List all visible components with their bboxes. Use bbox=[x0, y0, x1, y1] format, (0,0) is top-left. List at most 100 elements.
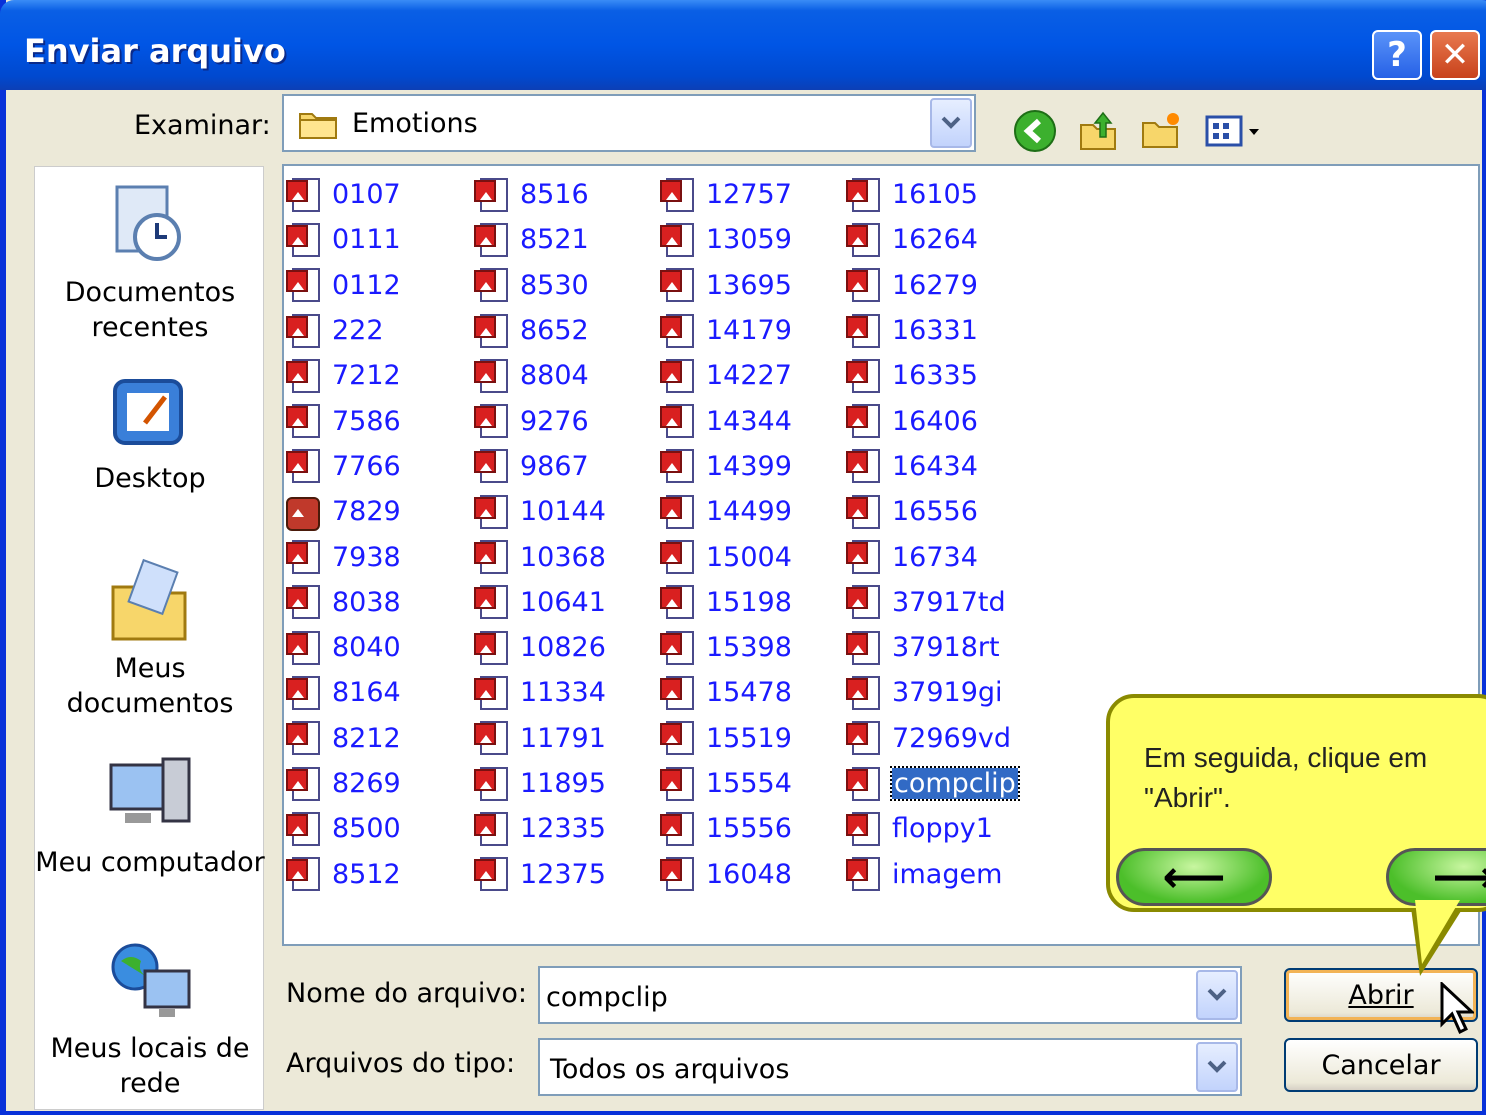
file-item[interactable]: 16406 bbox=[846, 398, 1018, 443]
file-item[interactable]: 10641 bbox=[474, 580, 606, 625]
file-item[interactable]: 13695 bbox=[660, 263, 792, 308]
file-name: 8804 bbox=[520, 360, 589, 392]
file-item[interactable]: 8512 bbox=[286, 851, 401, 896]
file-item[interactable]: 14227 bbox=[660, 353, 792, 398]
tooltip-next-button[interactable]: ⟶ bbox=[1386, 848, 1486, 906]
file-item[interactable]: 8804 bbox=[474, 353, 606, 398]
file-item[interactable]: 11895 bbox=[474, 761, 606, 806]
tooltip-back-button[interactable]: ⟵ bbox=[1116, 848, 1272, 906]
file-item[interactable]: 11334 bbox=[474, 670, 606, 715]
file-item[interactable]: 8521 bbox=[474, 217, 606, 262]
file-item[interactable]: 7586 bbox=[286, 398, 401, 443]
file-item[interactable]: 13059 bbox=[660, 217, 792, 262]
help-button[interactable]: ? bbox=[1372, 30, 1422, 80]
window-title: Enviar arquivo bbox=[24, 32, 286, 70]
file-item[interactable]: floppy1 bbox=[846, 806, 1018, 851]
place-desktop[interactable]: Desktop bbox=[35, 367, 265, 496]
place-my-documents[interactable]: Meus documentos bbox=[35, 557, 265, 721]
file-item[interactable]: 14344 bbox=[660, 398, 792, 443]
new-folder-button[interactable] bbox=[1138, 108, 1184, 154]
image-file-icon bbox=[660, 402, 700, 440]
file-item[interactable]: 16105 bbox=[846, 172, 1018, 217]
place-network[interactable]: Meus locais de rede bbox=[35, 937, 265, 1101]
file-item[interactable]: 14179 bbox=[660, 308, 792, 353]
file-item[interactable]: 14499 bbox=[660, 489, 792, 534]
lookin-dropdown-button[interactable] bbox=[930, 98, 972, 148]
place-recent-documents[interactable]: Documentos recentes bbox=[35, 181, 265, 345]
image-file-icon bbox=[660, 221, 700, 259]
file-item[interactable]: 15554 bbox=[660, 761, 792, 806]
file-item[interactable]: compclip bbox=[846, 761, 1020, 806]
file-name: 0111 bbox=[332, 224, 401, 256]
cancel-button[interactable]: Cancelar bbox=[1284, 1038, 1478, 1092]
file-item[interactable]: 72969vd bbox=[846, 716, 1018, 761]
close-button[interactable]: ✕ bbox=[1430, 30, 1480, 80]
filename-label: Nome do arquivo: bbox=[286, 978, 527, 1009]
file-item[interactable]: 15198 bbox=[660, 580, 792, 625]
file-item[interactable]: 8500 bbox=[286, 806, 401, 851]
file-item[interactable]: 0112 bbox=[286, 263, 401, 308]
file-item[interactable]: 8212 bbox=[286, 716, 401, 761]
file-item[interactable]: 10826 bbox=[474, 625, 606, 670]
file-item[interactable]: 16279 bbox=[846, 263, 1018, 308]
back-button[interactable] bbox=[1012, 108, 1058, 154]
image-file-icon bbox=[660, 719, 700, 757]
filetype-select[interactable]: Todos os arquivos bbox=[538, 1038, 1242, 1096]
file-item[interactable]: 9276 bbox=[474, 398, 606, 443]
file-item[interactable]: 16734 bbox=[846, 534, 1018, 579]
file-item[interactable]: 15519 bbox=[660, 716, 792, 761]
filename-input[interactable]: compclip bbox=[538, 966, 1242, 1024]
lookin-combobox[interactable]: Emotions bbox=[282, 94, 976, 152]
file-name: 37919gi bbox=[892, 677, 1003, 709]
file-item[interactable]: 7212 bbox=[286, 353, 401, 398]
file-item[interactable]: 8652 bbox=[474, 308, 606, 353]
file-item[interactable]: 8269 bbox=[286, 761, 401, 806]
file-item[interactable]: 7829 bbox=[286, 489, 401, 534]
file-item[interactable]: 16556 bbox=[846, 489, 1018, 534]
filetype-dropdown-button[interactable] bbox=[1196, 1042, 1238, 1092]
file-item[interactable]: imagem bbox=[846, 851, 1018, 896]
file-item[interactable]: 0111 bbox=[286, 217, 401, 262]
file-item[interactable]: 16331 bbox=[846, 308, 1018, 353]
file-item[interactable]: 10368 bbox=[474, 534, 606, 579]
view-menu-button[interactable] bbox=[1202, 108, 1266, 154]
file-item[interactable]: 37918rt bbox=[846, 625, 1018, 670]
filename-dropdown-button[interactable] bbox=[1196, 970, 1238, 1020]
file-item[interactable]: 15398 bbox=[660, 625, 792, 670]
image-file-icon bbox=[286, 855, 326, 893]
file-item[interactable]: 12375 bbox=[474, 851, 606, 896]
file-item[interactable]: 14399 bbox=[660, 444, 792, 489]
file-item[interactable]: 9867 bbox=[474, 444, 606, 489]
file-item[interactable]: 7938 bbox=[286, 534, 401, 579]
tutorial-tooltip: Em seguida, clique em "Abrir". ⟵ ⟶ bbox=[1106, 694, 1486, 912]
file-item[interactable]: 16048 bbox=[660, 851, 792, 896]
file-item[interactable]: 12335 bbox=[474, 806, 606, 851]
file-item[interactable]: 11791 bbox=[474, 716, 606, 761]
chevron-down-icon bbox=[1207, 1060, 1227, 1073]
filename-value: compclip bbox=[546, 982, 668, 1013]
file-item[interactable]: 0107 bbox=[286, 172, 401, 217]
file-item[interactable]: 37917td bbox=[846, 580, 1018, 625]
file-item[interactable]: 222 bbox=[286, 308, 401, 353]
place-my-computer[interactable]: Meu computador bbox=[35, 751, 265, 880]
file-item[interactable]: 8164 bbox=[286, 670, 401, 715]
file-item[interactable]: 10144 bbox=[474, 489, 606, 534]
file-item[interactable]: 8038 bbox=[286, 580, 401, 625]
image-file-icon bbox=[474, 493, 514, 531]
file-item[interactable]: 16335 bbox=[846, 353, 1018, 398]
file-item[interactable]: 37919gi bbox=[846, 670, 1018, 715]
file-item[interactable]: 12757 bbox=[660, 172, 792, 217]
up-folder-button[interactable] bbox=[1076, 108, 1122, 154]
file-item[interactable]: 16434 bbox=[846, 444, 1018, 489]
file-item[interactable]: 15478 bbox=[660, 670, 792, 715]
file-item[interactable]: 8040 bbox=[286, 625, 401, 670]
file-item[interactable]: 8530 bbox=[474, 263, 606, 308]
file-item[interactable]: 15556 bbox=[660, 806, 792, 851]
file-item[interactable]: 16264 bbox=[846, 217, 1018, 262]
new-folder-icon bbox=[1142, 113, 1179, 148]
file-item[interactable]: 8516 bbox=[474, 172, 606, 217]
file-item[interactable]: 15004 bbox=[660, 534, 792, 579]
file-item[interactable]: 7766 bbox=[286, 444, 401, 489]
title-bar[interactable]: Enviar arquivo ? ✕ bbox=[0, 0, 1486, 90]
chevron-down-icon bbox=[1207, 988, 1227, 1001]
